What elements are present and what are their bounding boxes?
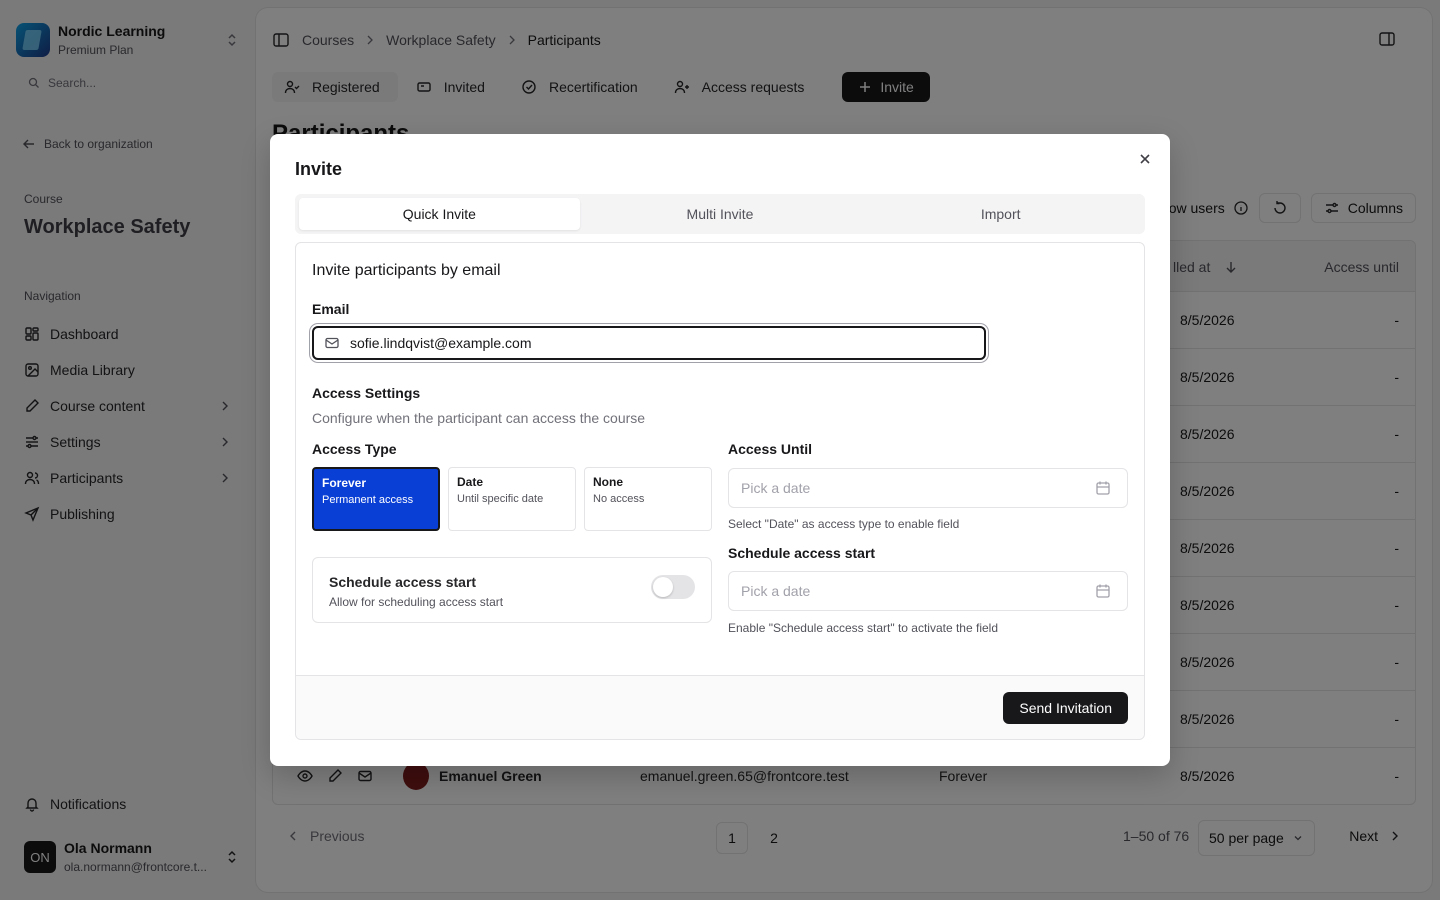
schedule-start-hint: Enable "Schedule access start" to activa… (728, 621, 999, 635)
access-type-label: Access Type (312, 441, 397, 457)
access-until-hint: Select "Date" as access type to enable f… (728, 517, 960, 531)
send-invitation-button[interactable]: Send Invitation (1003, 692, 1128, 724)
access-until-label: Access Until (728, 441, 813, 457)
calendar-icon (1095, 480, 1111, 496)
invite-card: Invite participants by email Email Acces… (295, 242, 1145, 740)
option-title: None (593, 475, 623, 489)
invite-dialog: Invite Quick Invite Multi Invite Import … (270, 134, 1170, 766)
email-input[interactable] (350, 335, 950, 351)
schedule-title: Schedule access start (329, 574, 477, 590)
option-title: Forever (322, 476, 367, 490)
schedule-description: Allow for scheduling access start (329, 595, 504, 609)
dialog-title: Invite (295, 159, 343, 179)
access-type-options: Forever Permanent access Date Until spec… (312, 467, 712, 531)
email-label: Email (312, 301, 350, 317)
access-settings-heading: Access Settings (312, 385, 421, 401)
mail-icon (324, 335, 340, 351)
close-icon[interactable] (1138, 152, 1152, 166)
calendar-icon (1095, 583, 1111, 599)
card-footer: Send Invitation (296, 675, 1144, 739)
tab-multi-invite[interactable]: Multi Invite (580, 198, 861, 230)
schedule-access-toggle[interactable] (651, 575, 695, 599)
access-type-date[interactable]: Date Until specific date (448, 467, 576, 531)
email-field[interactable] (312, 326, 986, 360)
option-title: Date (457, 475, 484, 489)
option-subtitle: Until specific date (457, 493, 544, 505)
option-subtitle: No access (593, 493, 645, 505)
option-subtitle: Permanent access (322, 494, 414, 506)
schedule-start-label: Schedule access start (728, 545, 876, 561)
access-type-forever[interactable]: Forever Permanent access (312, 467, 440, 531)
invite-mode-tabs: Quick Invite Multi Invite Import (295, 194, 1145, 234)
access-settings-description: Configure when the participant can acces… (312, 410, 646, 426)
access-type-none[interactable]: None No access (584, 467, 712, 531)
date-placeholder: Pick a date (741, 480, 811, 496)
tab-import[interactable]: Import (860, 198, 1141, 230)
access-until-date-picker[interactable]: Pick a date (728, 468, 1128, 508)
schedule-start-date-picker[interactable]: Pick a date (728, 571, 1128, 611)
card-title: Invite participants by email (312, 262, 501, 279)
tab-quick-invite[interactable]: Quick Invite (299, 198, 580, 230)
schedule-access-start-box: Schedule access start Allow for scheduli… (312, 557, 712, 623)
date-placeholder: Pick a date (741, 583, 811, 599)
